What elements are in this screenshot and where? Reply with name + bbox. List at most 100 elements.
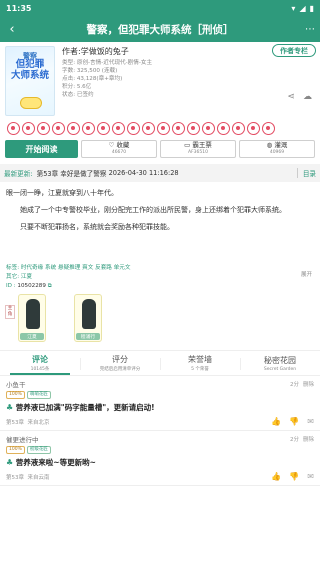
collect-button[interactable]: ♡ 收藏 46670 xyxy=(81,140,157,158)
tab-secret-garden[interactable]: 秘密花园 Secret Garden xyxy=(240,351,320,375)
tab-score[interactable]: 评分 完结后启用清单评分 xyxy=(80,351,160,375)
nutrient-count: 40969 xyxy=(269,150,285,155)
character-figure xyxy=(82,299,96,329)
flower-icon[interactable] xyxy=(172,121,185,135)
tags-section: 标签: 时代奇缘 系统 悬疑推理 爽文 反套路 单元文 其它: 江夏 ID : … xyxy=(6,265,131,289)
flower-icon[interactable] xyxy=(232,121,245,135)
flower-icon[interactable] xyxy=(202,121,215,135)
collect-count: 46670 xyxy=(111,150,127,155)
thumb-down-icon[interactable]: 👎 xyxy=(289,472,299,481)
tag-key: 标签: xyxy=(6,265,20,271)
comment-text: 营养液已加满"码字能量槽"，更新请启动! xyxy=(15,403,155,412)
bawang-ticket-button[interactable]: ▭ 霸王票 AF36510 xyxy=(160,140,236,158)
flower-icon[interactable] xyxy=(262,121,275,135)
flower-icon[interactable] xyxy=(187,121,200,135)
flower-row[interactable] xyxy=(0,118,320,138)
book-header: 警察 但犯罪 大师系统 作者:学做饭的兔子 类型: 原创-言情-近代现代-剧情-女… xyxy=(0,42,320,118)
comment-delete[interactable]: 删除 xyxy=(303,435,314,443)
intro-p1: 眼一闭一睁，江夏就穿到八十年代。 xyxy=(6,189,118,197)
update-chapter: 第53章 xyxy=(36,170,59,178)
flower-icon[interactable] xyxy=(97,121,110,135)
reply-icon[interactable]: ✉ xyxy=(307,417,314,426)
protagonist-tag: 主角 xyxy=(5,305,15,319)
share-icon[interactable]: ⋯ xyxy=(300,24,320,35)
comment-delete[interactable]: 删除 xyxy=(303,380,314,388)
thumb-down-icon[interactable]: 👎 xyxy=(289,417,299,426)
comment-item[interactable]: 小鱼干 2分 删除 100% 萌萌花匠 ♣ 营养液已加满"码字能量槽"，更新请启动… xyxy=(0,376,320,431)
book-cover[interactable]: 警察 但犯罪 大师系统 xyxy=(5,46,55,116)
flower-icon[interactable] xyxy=(67,121,80,135)
book-score: 积分: 5.6亿 xyxy=(62,84,92,90)
nutrient-label: 灌溉 xyxy=(274,141,288,149)
book-chars: 字数: 325,500 (连载) xyxy=(62,68,118,74)
flower-icon[interactable] xyxy=(112,121,125,135)
bawang-label: 霸王票 xyxy=(192,141,212,149)
status-time: 11:35 xyxy=(6,3,32,13)
other-key: 其它: xyxy=(6,274,20,280)
character-card[interactable]: 程涌行 xyxy=(74,294,102,342)
comment-user[interactable]: 小鱼干 xyxy=(6,379,314,389)
author-column-button[interactable]: 作者专栏 xyxy=(272,44,316,57)
update-time: 2026-04-30 11:16:28 xyxy=(108,169,179,177)
book-type: 类型: 原创-言情-近代现代-剧情-女主 xyxy=(62,60,153,66)
comment-user[interactable]: 催更进行中 xyxy=(6,434,314,444)
download-cloud-icon[interactable]: ☁ xyxy=(303,92,312,102)
comment-location: 来自云南 xyxy=(27,474,50,481)
comment-badge: 100% xyxy=(6,391,25,399)
tab-honor-wall[interactable]: 荣誉墙 5 个荣誉 xyxy=(160,351,240,375)
book-status: 状态: 已签约 xyxy=(62,92,94,98)
book-side-icons: ⋖ ☁ xyxy=(287,92,312,102)
back-arrow-icon[interactable]: ‹ xyxy=(0,22,24,37)
copy-icon[interactable]: ⧉ xyxy=(48,283,52,289)
collect-label: 收藏 xyxy=(116,141,130,149)
bottle-icon: ◍ xyxy=(266,141,273,149)
top-bar: ‹ 警察，但犯罪大师系统［刑侦］ ⋯ xyxy=(0,16,320,42)
cover-badge xyxy=(20,97,42,109)
wifi-icon: ▾ xyxy=(291,3,296,13)
flower-icon[interactable] xyxy=(82,121,95,135)
comment-chapter: 第53章 xyxy=(6,474,24,481)
heart-icon: ♡ xyxy=(108,141,115,149)
reply-icon[interactable]: ✉ xyxy=(307,472,314,481)
page-title: 警察，但犯罪大师系统［刑侦］ xyxy=(86,23,234,36)
book-intro: 眼一闭一睁，江夏就穿到八十年代。 她成了一个中专警校毕业，刚分配完工作的派出所民… xyxy=(0,182,320,260)
flower-icon[interactable] xyxy=(22,121,35,135)
cover-line-2: 但犯罪 大师系统 xyxy=(10,59,49,81)
battery-icon: ▮ xyxy=(309,3,314,13)
book-clicks: 点击: 43,128(章+章均) xyxy=(62,76,123,82)
intro-p2: 她成了一个中专警校毕业，刚分配完工作的派出所民警，身上还绑着个犯罪大师系统。 xyxy=(20,206,286,214)
flower-icon[interactable] xyxy=(37,121,50,135)
directory-link[interactable]: 目录 xyxy=(296,168,316,178)
share-nodes-icon[interactable]: ⋖ xyxy=(287,92,295,102)
other-value[interactable]: 江夏 xyxy=(21,274,32,280)
flower-icon[interactable] xyxy=(217,121,230,135)
id-value: 10502289 xyxy=(17,283,46,289)
comment-chapter: 第53章 xyxy=(6,419,24,426)
action-bar: 开始阅读 ♡ 收藏 46670 ▭ 霸王票 AF36510 ◍ 灌溉 40969 xyxy=(0,138,320,160)
flower-icon[interactable] xyxy=(142,121,155,135)
expand-button[interactable]: 展开 xyxy=(301,270,312,278)
flower-icon[interactable] xyxy=(157,121,170,135)
character-name: 程涌行 xyxy=(76,333,100,340)
tab-comments[interactable]: 评论 10145条 xyxy=(0,351,80,375)
flower-icon[interactable] xyxy=(7,121,20,135)
comment-badge: 萌萌花匠 xyxy=(26,391,51,399)
status-icons: ▾ ◢ ▮ xyxy=(291,4,314,13)
character-card[interactable]: 主角 江夏 xyxy=(5,294,46,342)
flower-icon[interactable] xyxy=(247,121,260,135)
comment-text: 营养液来啦~等更新哟~ xyxy=(15,458,96,467)
thumb-up-icon[interactable]: 👍 xyxy=(271,417,281,426)
flower-icon[interactable] xyxy=(127,121,140,135)
comment-location: 来自北京 xyxy=(27,419,50,426)
character-name: 江夏 xyxy=(20,333,44,340)
comment-item[interactable]: 催更进行中 2分 删除 100% 初级花匠 ♣ 营养液来啦~等更新哟~ 第53章 … xyxy=(0,431,320,486)
nutrient-button[interactable]: ◍ 灌溉 40969 xyxy=(239,140,315,158)
update-key: 最新更新: xyxy=(4,170,33,178)
latest-update[interactable]: 最新更新: 第53章 幸好是做了警察 2026-04-30 11:16:28 目… xyxy=(0,164,320,182)
start-reading-button[interactable]: 开始阅读 xyxy=(5,140,78,158)
tag-list[interactable]: 时代奇缘 系统 悬疑推理 爽文 反套路 单元文 xyxy=(21,265,131,271)
comment-badge: 初级花匠 xyxy=(26,446,51,454)
thumb-up-icon[interactable]: 👍 xyxy=(271,472,281,481)
intro-p3: 只要不断犯罪扬名，系统就会奖励各种犯罪技能。 xyxy=(20,223,174,231)
flower-icon[interactable] xyxy=(52,121,65,135)
